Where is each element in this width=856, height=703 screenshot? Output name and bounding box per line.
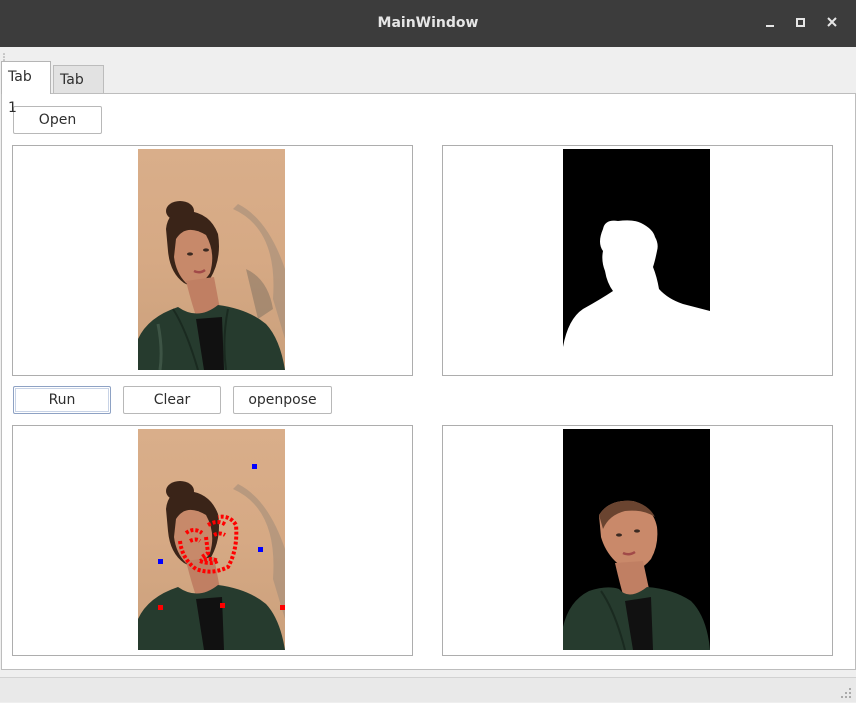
minimize-icon[interactable] — [762, 14, 780, 32]
keypoints-image-view — [12, 425, 413, 656]
size-grip-icon[interactable] — [840, 687, 852, 699]
maximize-icon[interactable] — [792, 14, 810, 32]
foreground-image — [563, 429, 710, 650]
original-photo — [138, 149, 285, 370]
openpose-button[interactable]: openpose — [233, 386, 332, 414]
foreground-image-view — [442, 425, 833, 656]
keypoints-photo — [138, 429, 285, 650]
clear-button[interactable]: Clear — [123, 386, 221, 414]
open-button[interactable]: Open — [13, 106, 102, 134]
status-bar — [0, 677, 856, 702]
original-image-view — [12, 145, 413, 376]
tab-2[interactable]: Tab 2 — [53, 65, 104, 116]
close-icon[interactable] — [824, 14, 842, 32]
mask-image — [563, 149, 710, 370]
toolbar-grip-icon — [2, 50, 6, 61]
mask-image-view — [442, 145, 833, 376]
window-titlebar: MainWindow — [0, 0, 856, 47]
run-button[interactable]: Run — [13, 386, 111, 414]
window-title: MainWindow — [377, 15, 479, 31]
tab-1[interactable]: Tab 1 — [1, 61, 51, 116]
